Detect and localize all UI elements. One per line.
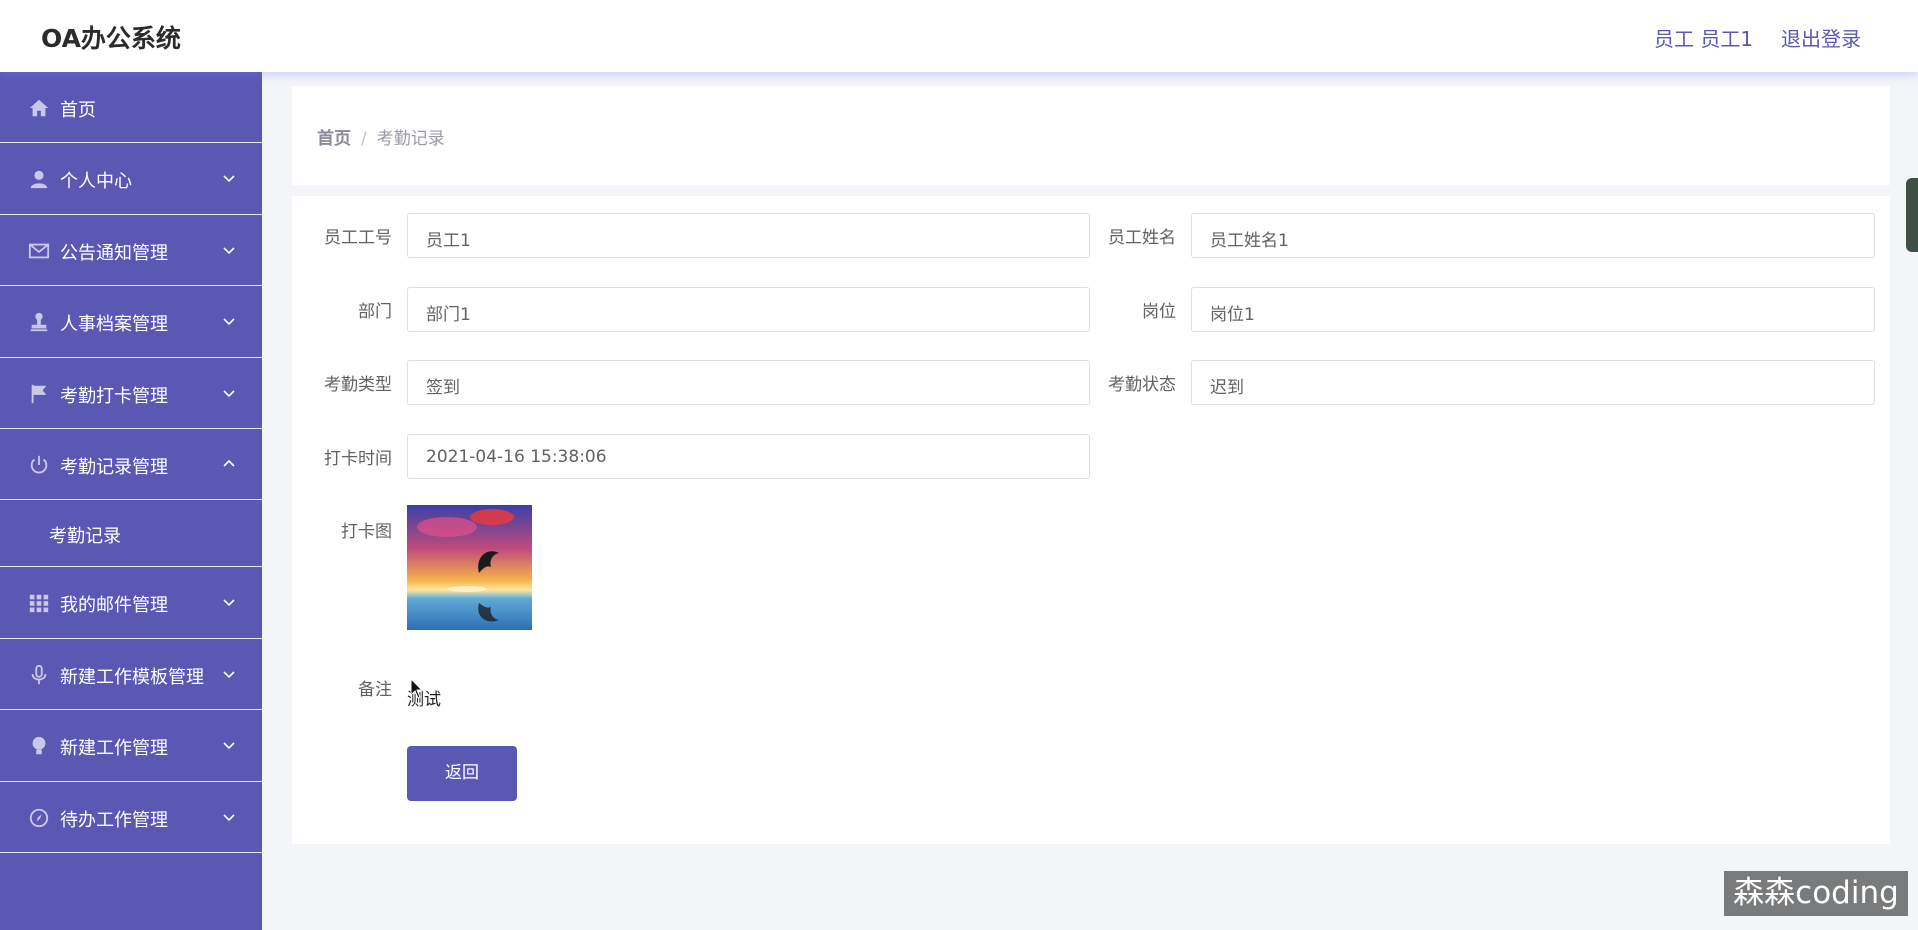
side-panel-handle[interactable] bbox=[1906, 178, 1918, 252]
lightbulb-icon bbox=[28, 735, 50, 757]
sidebar-item-personal-center[interactable]: 个人中心 bbox=[0, 143, 262, 215]
breadcrumb-home-link[interactable]: 首页 bbox=[317, 129, 351, 149]
punch-photo-label: 打卡图 bbox=[341, 522, 392, 542]
chevron-down-icon bbox=[222, 312, 236, 326]
sidebar-item-label: 新建工作模板管理 bbox=[60, 666, 204, 688]
home-icon bbox=[28, 97, 50, 119]
employee-name-label: 员工姓名 bbox=[1108, 228, 1176, 248]
attendance-type-label: 考勤类型 bbox=[324, 375, 392, 395]
back-button[interactable]: 返回 bbox=[407, 746, 517, 801]
chevron-down-icon bbox=[222, 665, 236, 679]
sidebar-item-home[interactable]: 首页 bbox=[0, 72, 262, 144]
attendance-status-field[interactable]: 迟到 bbox=[1191, 360, 1875, 405]
sidebar-item-label: 人事档案管理 bbox=[60, 314, 168, 336]
sidebar-item-label: 新建工作管理 bbox=[60, 738, 168, 760]
sidebar-item-hr-records[interactable]: 人事档案管理 bbox=[0, 286, 262, 358]
breadcrumb-separator: / bbox=[361, 129, 367, 149]
sidebar-item-label: 我的邮件管理 bbox=[60, 595, 168, 617]
employee-no-label: 员工工号 bbox=[324, 228, 392, 248]
department-label: 部门 bbox=[358, 302, 392, 322]
current-user: 员工 员工1 bbox=[1654, 27, 1754, 51]
position-label: 岗位 bbox=[1142, 302, 1176, 322]
breadcrumb-current: 考勤记录 bbox=[376, 129, 445, 149]
department-field[interactable]: 部门1 bbox=[407, 287, 1090, 332]
employee-name-field[interactable]: 员工姓名1 bbox=[1191, 213, 1875, 258]
position-field[interactable]: 岗位1 bbox=[1191, 287, 1875, 332]
sidebar-item-my-mail[interactable]: 我的邮件管理 bbox=[0, 567, 262, 639]
sidebar-item-new-work[interactable]: 新建工作管理 bbox=[0, 710, 262, 782]
user-icon bbox=[28, 168, 50, 190]
sidebar-item-label: 公告通知管理 bbox=[60, 242, 168, 264]
sidebar-subitem-attendance-record[interactable]: 考勤记录 bbox=[0, 500, 262, 568]
breadcrumb: 首页 / 考勤记录 bbox=[317, 124, 445, 149]
sidebar-item-work-templates[interactable]: 新建工作模板管理 bbox=[0, 639, 262, 711]
top-bar: OA办公系统 员工 员工1 退出登录 bbox=[0, 0, 1918, 72]
sidebar-item-label: 待办工作管理 bbox=[60, 809, 168, 831]
sidebar-item-attendance-records[interactable]: 考勤记录管理 bbox=[0, 429, 262, 501]
logout-link[interactable]: 退出登录 bbox=[1781, 23, 1861, 52]
watermark: 森森coding bbox=[1724, 871, 1908, 916]
sidebar-item-label: 个人中心 bbox=[60, 171, 132, 193]
breadcrumb-panel: 首页 / 考勤记录 bbox=[292, 86, 1890, 185]
sidebar-item-attendance-punch[interactable]: 考勤打卡管理 bbox=[0, 358, 262, 429]
mouse-cursor-icon bbox=[410, 677, 424, 700]
sidebar-item-label: 首页 bbox=[60, 100, 96, 121]
microphone-icon bbox=[28, 664, 50, 686]
chevron-down-icon bbox=[222, 808, 236, 822]
stamp-icon bbox=[28, 311, 50, 333]
punch-time-field[interactable]: 2021-04-16 15:38:06 bbox=[407, 434, 1090, 479]
app-title: OA办公系统 bbox=[41, 24, 181, 53]
chevron-down-icon bbox=[222, 169, 236, 183]
punch-photo-image[interactable] bbox=[407, 505, 532, 630]
sidebar-item-label: 考勤记录管理 bbox=[60, 456, 168, 478]
power-icon bbox=[28, 454, 50, 476]
remark-label: 备注 bbox=[358, 680, 392, 700]
attendance-status-label: 考勤状态 bbox=[1108, 375, 1176, 395]
sidebar-item-label: 考勤打卡管理 bbox=[60, 385, 168, 407]
chevron-up-icon bbox=[222, 455, 236, 469]
attendance-detail-form: 员工工号 员工1 员工姓名 员工姓名1 部门 部门1 岗位 岗位1 考勤类型 签… bbox=[292, 196, 1890, 844]
punch-time-label: 打卡时间 bbox=[324, 449, 392, 469]
attendance-type-field[interactable]: 签到 bbox=[407, 360, 1090, 405]
chevron-down-icon bbox=[222, 593, 236, 607]
mail-icon bbox=[28, 240, 50, 262]
sidebar: 首页 个人中心 公告通知管理 人事档案管理 考勤打卡管理 考勤记录管理 考勤记录… bbox=[0, 72, 262, 930]
sidebar-item-announcements[interactable]: 公告通知管理 bbox=[0, 215, 262, 287]
employee-no-field[interactable]: 员工1 bbox=[407, 213, 1090, 258]
flag-icon bbox=[28, 383, 50, 405]
chevron-down-icon bbox=[222, 241, 236, 255]
chevron-down-icon bbox=[222, 384, 236, 398]
sidebar-item-pending-work[interactable]: 待办工作管理 bbox=[0, 782, 262, 853]
sidebar-subitem-label: 考勤记录 bbox=[49, 526, 121, 548]
grid-icon bbox=[28, 592, 50, 614]
chevron-down-icon bbox=[222, 736, 236, 750]
compass-icon bbox=[28, 807, 50, 829]
